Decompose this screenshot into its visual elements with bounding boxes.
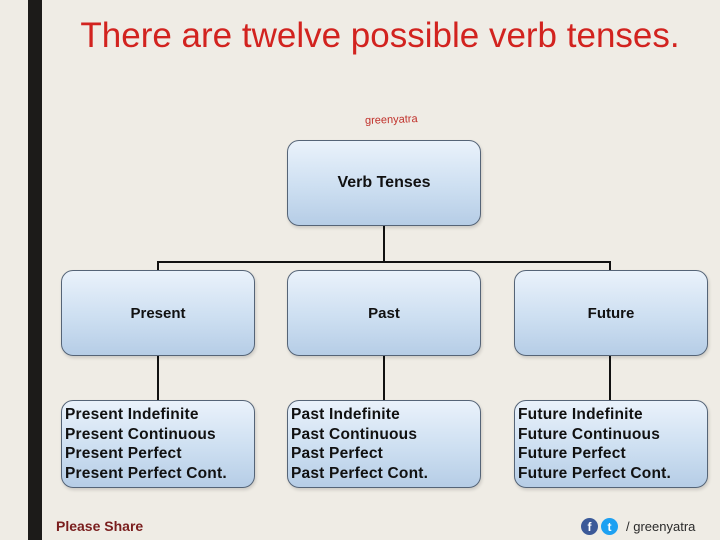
left-border-bar	[28, 0, 42, 540]
connector-present-down	[157, 356, 159, 400]
page-title: There are twelve possible verb tenses.	[80, 16, 680, 55]
tense-item: Present Perfect Cont.	[65, 464, 227, 482]
category-node-future: Future	[514, 270, 708, 356]
tense-list-present: Present Indefinite Present Continuous Pr…	[61, 400, 255, 488]
category-label: Past	[368, 304, 400, 322]
tense-item: Future Perfect	[518, 445, 626, 462]
please-share-text: Please Share	[56, 518, 144, 534]
watermark-text: greenyatra	[364, 113, 418, 127]
tense-list-future: Future Indefinite Future Continuous Futu…	[514, 400, 708, 488]
tense-item: Future Indefinite	[518, 406, 643, 423]
tense-item: Future Perfect Cont.	[518, 464, 671, 482]
tense-item: Present Indefinite	[65, 406, 199, 423]
facebook-icon[interactable]: f	[581, 518, 598, 535]
connector-future-down	[609, 356, 611, 400]
social-icons: f t	[581, 518, 618, 535]
tense-item: Past Perfect Cont.	[291, 464, 429, 482]
connector-future-up	[609, 261, 611, 270]
category-node-present: Present	[61, 270, 255, 356]
tense-item: Present Continuous	[65, 425, 216, 443]
category-label: Future	[587, 304, 635, 322]
connector-root-down	[383, 226, 385, 262]
connector-horizontal	[157, 261, 611, 263]
connector-past-down	[383, 356, 385, 400]
tense-item: Past Perfect	[291, 445, 384, 462]
tense-item: Future Continuous	[518, 425, 661, 443]
tense-item: Present Perfect	[65, 445, 182, 462]
connector-present-up	[157, 261, 159, 270]
tense-item: Past Continuous	[291, 425, 418, 443]
tense-item: Past Indefinite	[291, 406, 400, 423]
tense-list-past: Past Indefinite Past Continuous Past Per…	[287, 400, 481, 488]
root-node-verb-tenses: Verb Tenses	[287, 140, 481, 226]
root-node-label: Verb Tenses	[337, 174, 431, 191]
social-handle: / greenyatra	[626, 519, 696, 534]
category-node-past: Past	[287, 270, 481, 356]
category-label: Present	[130, 304, 186, 322]
twitter-icon[interactable]: t	[601, 518, 618, 535]
